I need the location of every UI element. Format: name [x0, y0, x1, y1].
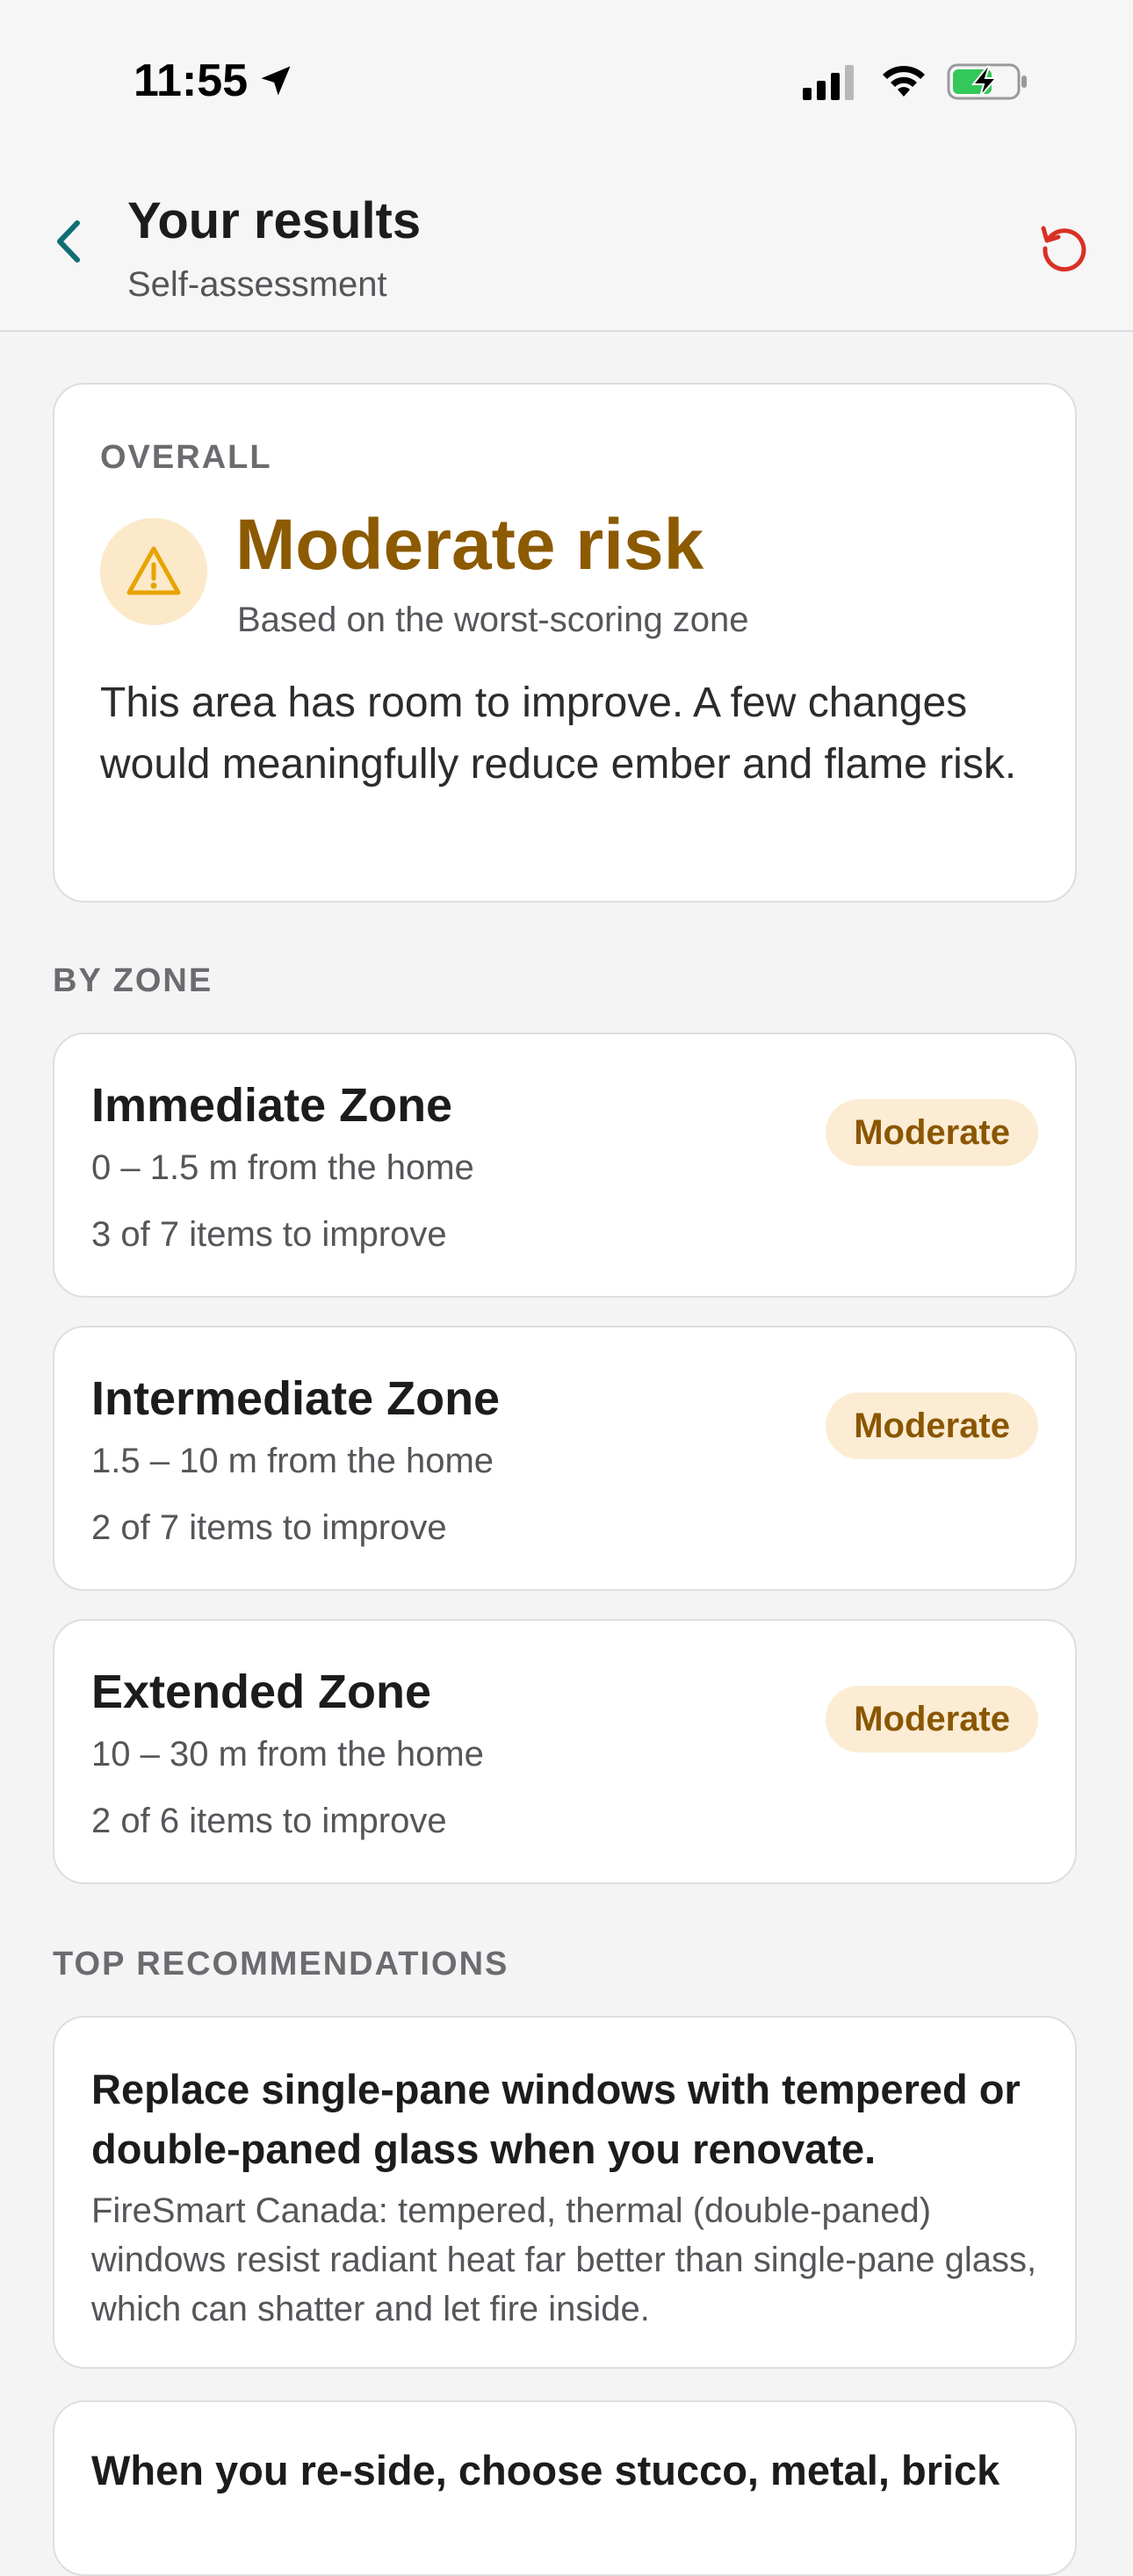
overall-label: OVERALL	[100, 439, 272, 476]
overall-risk-basis: Based on the worst-scoring zone	[237, 601, 749, 639]
location-arrow-icon	[261, 66, 291, 96]
status-time: 11:55	[134, 55, 249, 106]
recommendation-card: Replace single-pane windows with tempere…	[53, 2016, 1077, 2369]
status-bar: 11:55	[0, 0, 1133, 149]
recommendation-title: When you re-side, choose stucco, metal, …	[91, 2447, 1000, 2493]
reset-icon[interactable]	[1036, 219, 1091, 274]
warning-triangle-icon	[126, 546, 181, 595]
zone-items-count: 3 of 7 items to improve	[91, 1215, 447, 1254]
overall-risk-level: Moderate risk	[235, 505, 704, 585]
warning-badge	[100, 518, 207, 625]
overall-risk-card: OVERALL Moderate risk Based on the worst…	[53, 383, 1077, 903]
zone-card-intermediate[interactable]: Intermediate Zone 1.5 – 10 m from the ho…	[53, 1326, 1077, 1591]
zone-distance: 10 – 30 m from the home	[91, 1735, 484, 1774]
zone-rating-badge: Moderate	[826, 1099, 1038, 1166]
recommendation-card: When you re-side, choose stucco, metal, …	[53, 2400, 1077, 2576]
zone-distance: 0 – 1.5 m from the home	[91, 1148, 474, 1187]
zone-card-extended[interactable]: Extended Zone 10 – 30 m from the home 2 …	[53, 1619, 1077, 1884]
zone-rating-badge: Moderate	[826, 1392, 1038, 1459]
zone-items-count: 2 of 6 items to improve	[91, 1802, 447, 1840]
cellular-signal-icon	[803, 65, 854, 100]
zone-distance: 1.5 – 10 m from the home	[91, 1442, 494, 1480]
page-title: Your results	[127, 192, 422, 249]
zone-name: Intermediate Zone	[91, 1372, 501, 1425]
wifi-icon	[883, 66, 925, 97]
overall-description: This area has room to improve. A few cha…	[100, 680, 1017, 788]
page-subtitle: Self-assessment	[127, 265, 387, 304]
chevron-left-icon[interactable]	[44, 211, 97, 272]
zone-card-immediate[interactable]: Immediate Zone 0 – 1.5 m from the home 3…	[53, 1033, 1077, 1298]
top-recommendations-heading: TOP RECOMMENDATIONS	[53, 1946, 509, 1982]
by-zone-heading: BY ZONE	[53, 962, 213, 999]
zone-rating-badge: Moderate	[826, 1686, 1038, 1752]
zone-name: Immediate Zone	[91, 1079, 453, 1132]
zone-items-count: 2 of 7 items to improve	[91, 1508, 447, 1547]
app-header: Your results Self-assessment	[0, 149, 1133, 332]
recommendation-title: Replace single-pane windows with tempere…	[91, 2066, 1021, 2172]
recommendation-description: FireSmart Canada: tempered, thermal (dou…	[91, 2191, 1037, 2328]
battery-charging-icon	[947, 63, 1027, 100]
zone-name: Extended Zone	[91, 1666, 432, 1718]
